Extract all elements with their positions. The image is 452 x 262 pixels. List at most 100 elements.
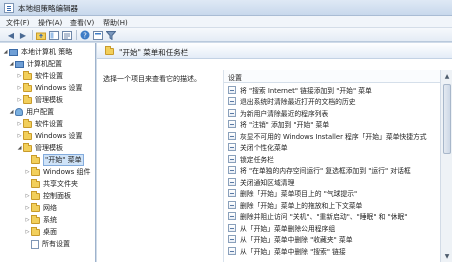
tree-item-user-windows-settings[interactable]: ▷ Windows 设置 [16,130,82,142]
list-item[interactable]: 关闭个性化菜单 [224,142,440,154]
tree-expander-icon[interactable]: ◢ [8,109,15,115]
list-item-label: 从「开始」菜单删除公用程序组 [240,224,336,233]
folder-icon [23,94,32,104]
policy-setting-icon [228,154,236,163]
list-item[interactable]: 退出系统时清除最近打开的文档的历史 [224,96,440,108]
policy-setting-icon [228,212,236,221]
tree-expander-icon[interactable]: ▷ [24,229,31,235]
tree-item-admin-templates[interactable]: ▷ 管理模板 [16,94,63,106]
list-item[interactable]: 删除「开始」菜单项目上的 "气球提示" [224,188,440,200]
tree-item-shared-folders[interactable]: 共享文件夹 [24,178,78,190]
forward-arrow-icon[interactable]: ▶ [18,30,28,40]
list-item[interactable]: 将 "搜索 Internet" 链接添加到 "开始" 菜单 [224,84,440,96]
folder-icon [31,154,40,164]
tree-expander-icon[interactable]: ◢ [16,145,23,151]
tree-item-label: 管理模板 [35,96,63,104]
folder-up-icon[interactable] [36,30,46,40]
tree-item-control-panel[interactable]: ▷ 控制面板 [24,190,71,202]
menu-action[interactable]: 操作(A) [38,18,62,28]
title-bar: 本地组策略编辑器 [0,0,452,16]
list-item[interactable]: 从「开始」菜单中删除 "搜索" 链接 [224,245,440,257]
list-item[interactable]: 删除并阻止访问 "关机"、"重新启动"、"睡眠" 和 "休眠" [224,211,440,223]
tree-item-label: 系统 [43,216,57,224]
tree-expander-icon[interactable]: ▷ [16,133,23,139]
show-hide-tree-icon[interactable] [49,30,59,40]
details-title: "开始" 菜单和任务栏 [119,48,189,57]
details-header: "开始" 菜单和任务栏 [97,43,452,59]
list-item-label: 删除「开始」菜单项目上的 "气球提示" [240,190,358,199]
tree-expander-icon[interactable]: ◢ [8,61,15,67]
tree-expander-icon[interactable]: ▷ [16,85,23,91]
folder-icon [23,82,32,92]
tree-expander-icon[interactable]: ▷ [24,217,31,223]
tree-item-desktop[interactable]: ▷ 桌面 [24,226,57,238]
menu-bar: 文件(F) 操作(A) 查看(V) 帮助(H) [0,16,452,28]
tree-item-windows-settings[interactable]: ▷ Windows 设置 [16,82,82,94]
list-item-label: 为新用户清除最近的程序列表 [240,109,329,118]
folder-icon [31,190,40,200]
tree-item-user-admin-templates[interactable]: ◢ 管理模板 [16,142,63,154]
tree-item-label: 共享文件夹 [43,180,78,188]
tree-item-system[interactable]: ▷ 系统 [24,214,57,226]
list-item[interactable]: 将 "在单独的内存空间运行" 复选框添加到 "运行" 对话框 [224,165,440,177]
column-header-setting[interactable]: 设置 [224,70,440,83]
list-item[interactable]: 删除「开始」菜单上的拖放和上下文菜单 [224,199,440,211]
tree-expander-icon[interactable]: ▷ [24,169,31,175]
tree-item-label: 用户配置 [26,108,54,116]
tree-expander-icon[interactable]: ▷ [24,193,31,199]
tree-item-network[interactable]: ▷ 网络 [24,202,57,214]
list-item[interactable]: 将 "注销" 添加到 "开始" 菜单 [224,119,440,131]
tree-expander-icon[interactable]: ▷ [16,73,23,79]
policy-setting-icon [228,97,236,106]
menu-view[interactable]: 查看(V) [70,18,94,28]
scroll-up-icon[interactable]: ▲ [442,71,452,81]
policy-setting-icon [228,177,236,186]
tree-expander-icon[interactable]: ◢ [2,49,9,55]
tree-item-windows-components[interactable]: ▷ Windows 组件 [24,166,90,178]
menu-help[interactable]: 帮助(H) [103,18,128,28]
tree-expander-icon[interactable]: ▷ [16,97,23,103]
export-list-icon[interactable] [62,30,72,40]
tree-item-user-software-settings[interactable]: ▷ 软件设置 [16,118,63,130]
toolbar-separator [76,30,77,40]
list-item[interactable]: 为新用户清除最近的程序列表 [224,107,440,119]
list-item[interactable]: 从「开始」菜单中删除 "收藏夹" 菜单 [224,234,440,246]
help-icon[interactable]: ? [80,30,90,40]
list-item[interactable]: 锁定任务栏 [224,153,440,165]
policy-setting-icon [228,108,236,117]
list-item[interactable]: 灰显不可用的 Windows Installer 程序「开始」菜单快捷方式 [224,130,440,142]
tree-expander-icon[interactable]: ▷ [24,205,31,211]
folder-icon [105,46,114,55]
list-item[interactable]: 关闭通知区域清理 [224,176,440,188]
app-icon [4,3,14,13]
tree-item-start-menu[interactable]: "开始" 菜单 [24,154,84,166]
tree-item-label: 软件设置 [35,120,63,128]
tree-item-local-policy[interactable]: ◢ 本地计算机 策略 [2,46,73,58]
policy-setting-icon [228,235,236,244]
tree-item-software-settings[interactable]: ▷ 软件设置 [16,70,63,82]
tree-item-label: 管理模板 [35,144,63,152]
computer-policy-icon [9,48,18,56]
policy-setting-icon [228,120,236,129]
properties-icon[interactable] [93,30,103,40]
tree-expander-icon[interactable]: ▷ [16,121,23,127]
window-title: 本地组策略编辑器 [18,4,78,13]
details-pane: "开始" 菜单和任务栏 选择一个项目来查看它的描述。 设置 将 "搜索 Inte… [97,43,452,262]
filter-icon[interactable] [106,30,116,40]
tree-item-label: Windows 组件 [43,168,91,176]
tree-item-all-settings[interactable]: 所有设置 [24,238,70,250]
back-arrow-icon[interactable]: ◀ [6,30,16,40]
tree-item-label: 控制面板 [43,192,71,200]
list-item[interactable]: 从「开始」菜单删除公用程序组 [224,222,440,234]
tree-item-label: 桌面 [43,228,57,236]
vertical-scrollbar[interactable]: ▲ ▼ [440,70,452,262]
scroll-thumb[interactable] [443,84,451,154]
tree-item-user-config[interactable]: ◢ 用户配置 [8,106,54,118]
scroll-down-icon[interactable]: ▼ [442,251,452,261]
tree-item-computer-config[interactable]: ◢ 计算机配置 [8,58,62,70]
tree-item-label: 计算机配置 [27,60,62,68]
tree-item-label: Windows 设置 [35,132,83,140]
list-item-label: 锁定任务栏 [240,155,274,164]
menu-file[interactable]: 文件(F) [6,18,30,28]
folder-icon [31,178,40,188]
